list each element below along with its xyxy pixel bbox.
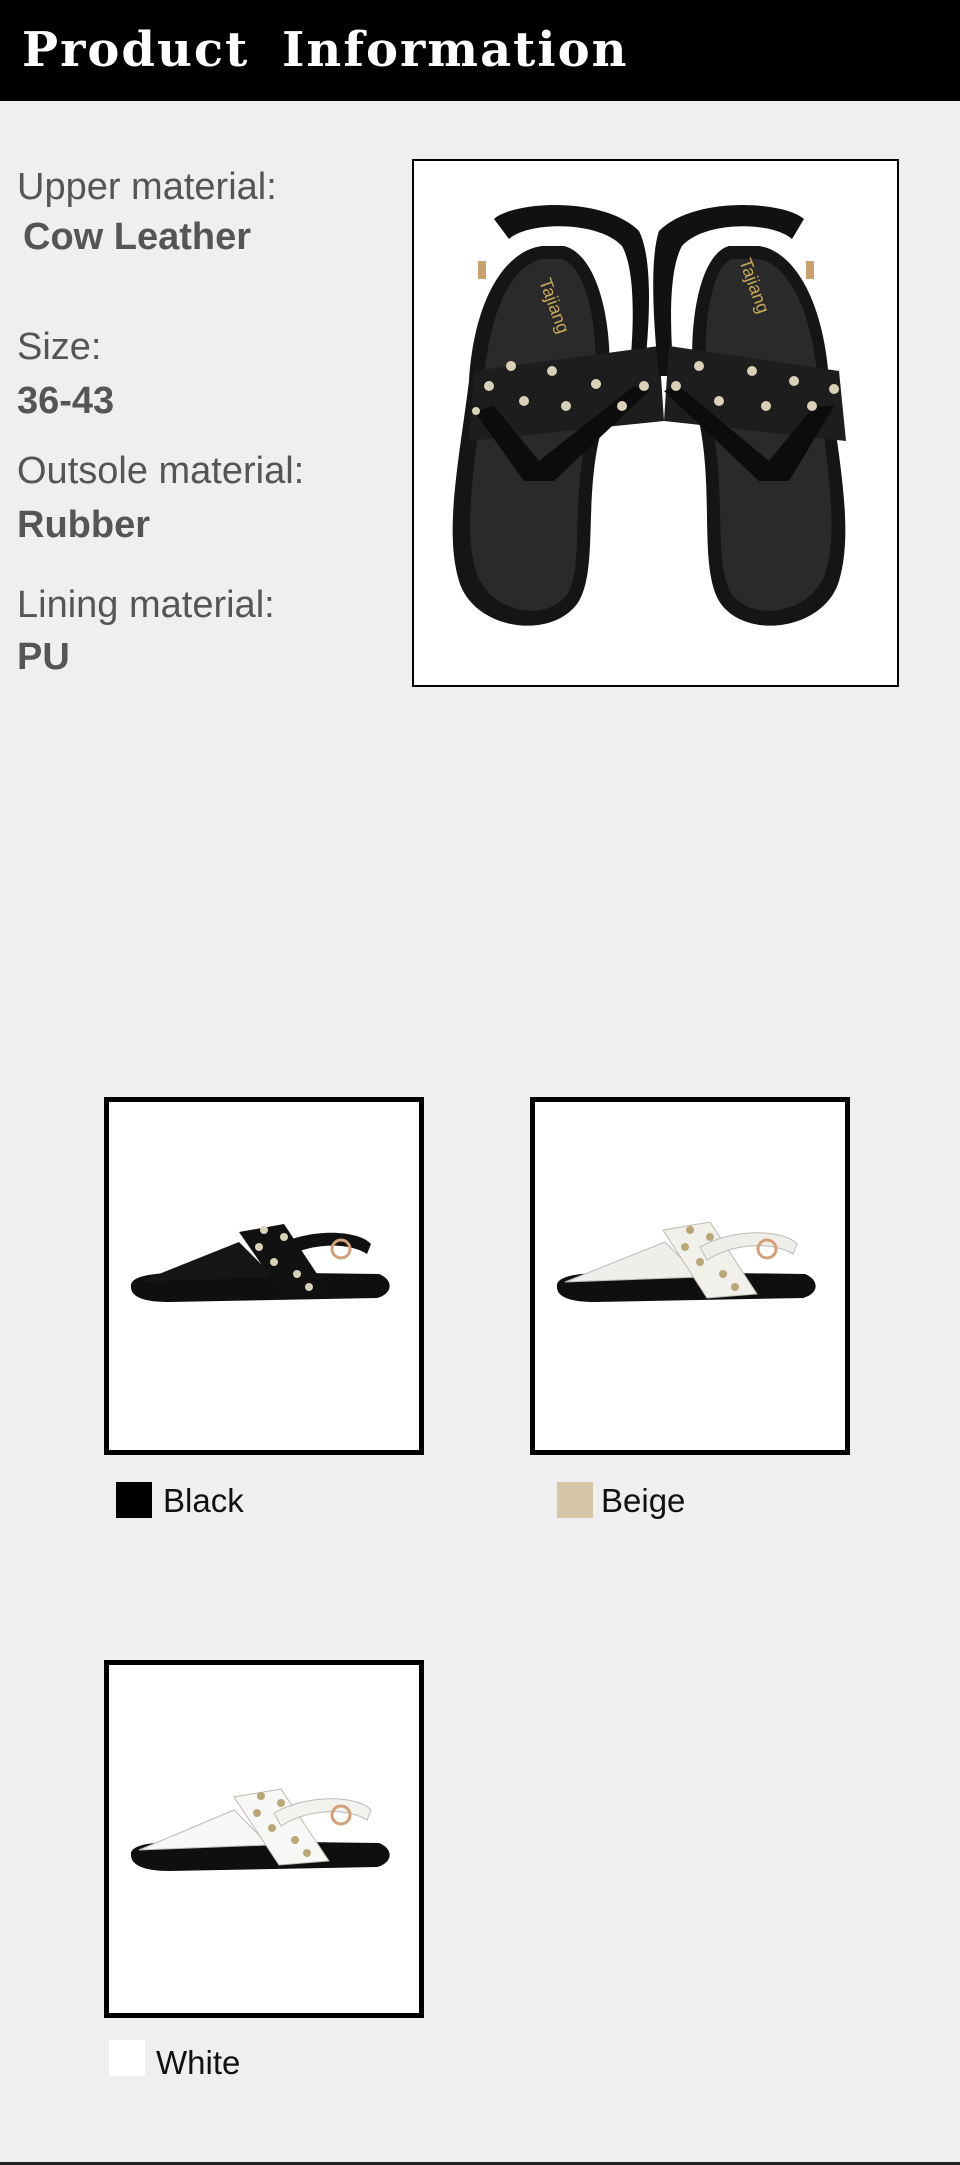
color-name-beige: Beige	[601, 1482, 686, 1519]
page-title: Product Information	[22, 22, 629, 78]
color-name-white: White	[156, 2044, 241, 2081]
spec-value-outsole: Rubber	[17, 504, 150, 546]
sandal-pair-photo: Tajiang Tajiang	[452, 205, 846, 626]
main-product-photo: Tajiang Tajiang	[412, 159, 899, 687]
page-header: Product Information	[0, 0, 960, 101]
color-chip-black[interactable]	[116, 1482, 152, 1518]
color-photo-black[interactable]	[104, 1097, 424, 1455]
color-photo-beige[interactable]	[530, 1097, 850, 1455]
spec-value-upper: Cow Leather	[23, 216, 252, 258]
sandal-side-black	[130, 1224, 390, 1302]
color-chip-beige[interactable]	[557, 1482, 593, 1518]
color-photo-white[interactable]	[104, 1660, 424, 2018]
left-sandal: Tajiang	[452, 205, 664, 626]
spec-value-size: 36-43	[17, 380, 115, 422]
spec-label-size: Size:	[17, 326, 102, 368]
color-name-black: Black	[163, 1482, 244, 1519]
right-sandal: Tajiang	[653, 205, 846, 626]
spec-label-upper: Upper material:	[17, 166, 277, 208]
sandal-side-beige	[556, 1221, 816, 1302]
spec-value-lining: PU	[17, 636, 70, 678]
spec-label-lining: Lining material:	[17, 584, 275, 626]
sandal-side-white	[130, 1788, 390, 1871]
spec-label-outsole: Outsole material:	[17, 450, 305, 492]
color-chip-white[interactable]	[109, 2040, 145, 2076]
